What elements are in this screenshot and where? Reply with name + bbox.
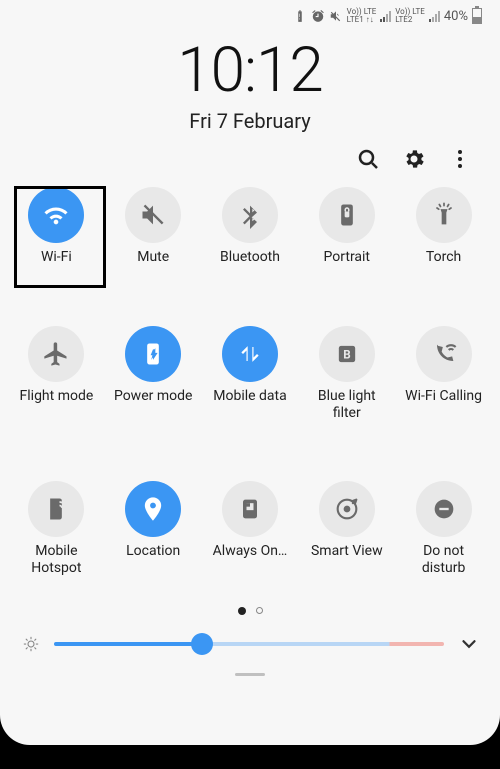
tile-alwayson[interactable]: Always On… xyxy=(202,481,299,577)
brightness-thumb[interactable] xyxy=(191,633,213,655)
brightness-icon xyxy=(22,635,40,653)
tile-mute[interactable]: Mute xyxy=(105,187,202,266)
torch-icon xyxy=(430,201,458,229)
battery-pct: 40% xyxy=(444,9,468,24)
tile-label: Torch xyxy=(426,249,461,266)
always-on-icon xyxy=(236,495,264,523)
gear-icon[interactable] xyxy=(402,147,426,171)
power-mode-icon xyxy=(139,340,167,368)
location-icon xyxy=(139,495,167,523)
blue-light-icon: B xyxy=(333,340,361,368)
tile-label: Wi-Fi Calling xyxy=(405,388,482,405)
tile-label: Always On… xyxy=(213,543,288,560)
tile-dnd[interactable]: Do not disturb xyxy=(395,481,492,577)
chevron-down-icon[interactable] xyxy=(458,633,480,655)
lte1-label: Vo)) LTE LTE1 ↑↓ xyxy=(347,8,377,24)
airplane-icon xyxy=(42,340,70,368)
date: Fri 7 February xyxy=(0,109,500,133)
pager-dot[interactable] xyxy=(238,607,246,615)
tile-label: Wi-Fi xyxy=(41,249,72,266)
tile-torch[interactable]: Torch xyxy=(395,187,492,266)
lte2-label: Vo)) LTE LTE2 xyxy=(395,8,425,24)
pager xyxy=(0,607,500,615)
tile-label: Power mode xyxy=(114,388,192,405)
tile-flight[interactable]: Flight mode xyxy=(8,326,105,422)
tile-label: Do not disturb xyxy=(404,543,484,577)
signal2-icon xyxy=(429,10,440,22)
tile-label: Portrait xyxy=(324,249,370,266)
drag-handle[interactable] xyxy=(235,673,265,676)
alarm-icon xyxy=(311,9,325,23)
tiles-grid: Wi-Fi Mute Bluetooth Portrait Torch Flig… xyxy=(0,175,500,577)
svg-text:B: B xyxy=(343,347,350,361)
tile-label: Bluetooth xyxy=(220,249,280,266)
portrait-lock-icon xyxy=(333,201,361,229)
tile-label: Mobile Hotspot xyxy=(16,543,96,577)
battery-alert-icon xyxy=(293,9,307,23)
brightness-row xyxy=(0,615,500,669)
tile-label: Blue light filter xyxy=(307,388,387,422)
clock: 10:12 xyxy=(0,34,500,107)
status-bar: Vo)) LTE LTE1 ↑↓ Vo)) LTE LTE2 40% xyxy=(0,0,500,28)
search-icon[interactable] xyxy=(356,147,380,171)
wifi-icon xyxy=(42,201,70,229)
dnd-icon xyxy=(430,495,458,523)
tile-label: Smart View xyxy=(311,543,383,560)
tile-label: Flight mode xyxy=(20,388,94,405)
bluetooth-icon xyxy=(236,201,264,229)
tile-portrait[interactable]: Portrait xyxy=(298,187,395,266)
tile-bluefilter[interactable]: B Blue light filter xyxy=(298,326,395,422)
tile-hotspot[interactable]: Mobile Hotspot xyxy=(8,481,105,577)
pager-dot[interactable] xyxy=(256,607,263,614)
quick-settings-panel: Vo)) LTE LTE1 ↑↓ Vo)) LTE LTE2 40% 10:12… xyxy=(0,0,500,745)
mute-tile-icon xyxy=(139,201,167,229)
signal1-icon xyxy=(380,10,391,22)
tile-bluetooth[interactable]: Bluetooth xyxy=(202,187,299,266)
tile-label: Mute xyxy=(137,249,169,266)
tile-smartview[interactable]: Smart View xyxy=(298,481,395,577)
action-row xyxy=(0,133,500,175)
tile-location[interactable]: Location xyxy=(105,481,202,577)
tile-label: Mobile data xyxy=(213,388,286,405)
hotspot-icon xyxy=(42,495,70,523)
mute-icon xyxy=(329,9,343,23)
tile-power[interactable]: Power mode xyxy=(105,326,202,422)
tile-wifi[interactable]: Wi-Fi xyxy=(8,187,105,266)
wifi-calling-icon xyxy=(430,340,458,368)
more-icon[interactable] xyxy=(448,147,472,171)
mobile-data-icon xyxy=(236,340,264,368)
tile-label: Location xyxy=(126,543,180,560)
brightness-slider[interactable] xyxy=(54,642,444,646)
battery-icon xyxy=(472,8,482,24)
tile-mobiledata[interactable]: Mobile data xyxy=(202,326,299,422)
smart-view-icon xyxy=(333,495,361,523)
tile-wificalling[interactable]: Wi-Fi Calling xyxy=(395,326,492,422)
